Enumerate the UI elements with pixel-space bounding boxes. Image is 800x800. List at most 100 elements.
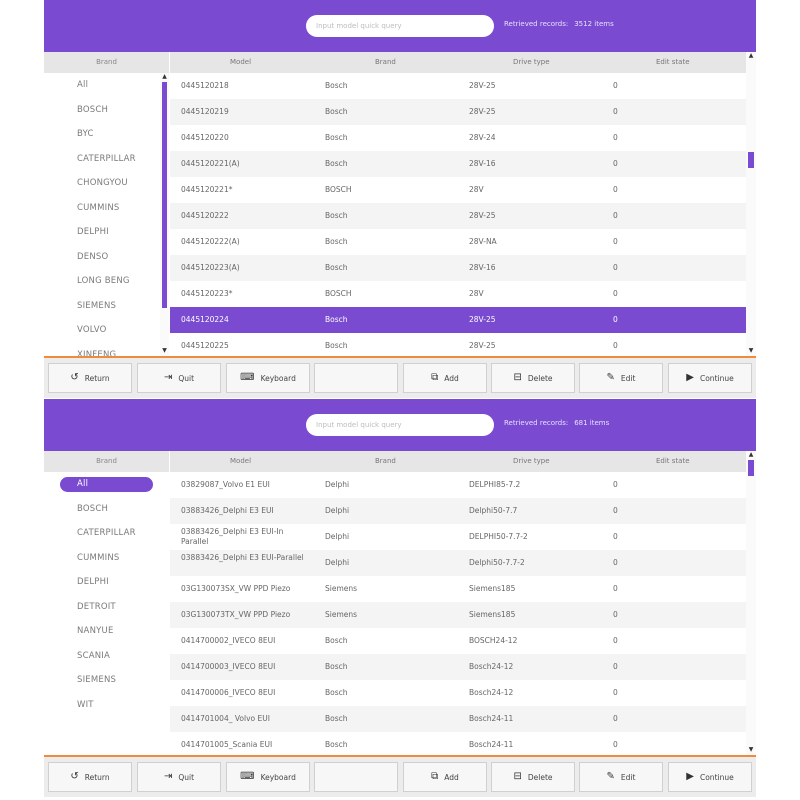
table-scrollbar[interactable]: ▲ ▼ [746, 52, 756, 356]
table-row-selected[interactable]: 0445120224 Bosch 28V-25 0 [170, 307, 746, 333]
button-label: Return [84, 373, 110, 383]
scroll-up-icon[interactable]: ▲ [746, 52, 756, 60]
cell-model: 0445120218 [181, 81, 229, 90]
cell-brand: Siemens [325, 610, 358, 619]
add-button[interactable]: ⧉ Add [403, 363, 487, 393]
search-input[interactable] [306, 15, 494, 37]
table-scrollbar[interactable]: ▲ ▼ [746, 451, 756, 755]
table-row[interactable]: 0445120221* BOSCH 28V 0 [170, 177, 746, 203]
table-row[interactable]: 0445120218 Bosch 28V-25 0 [170, 73, 746, 99]
table-row[interactable]: 0445120222 Bosch 28V-25 0 [170, 203, 746, 229]
brand-item[interactable]: CATERPILLAR [44, 147, 169, 172]
table-scroll-thumb[interactable] [748, 460, 754, 476]
table-row[interactable]: 0445120220 Bosch 28V-24 0 [170, 125, 746, 151]
brand-item[interactable]: WIT [44, 693, 169, 718]
table-row[interactable]: 0445120223(A) Bosch 28V-16 0 [170, 255, 746, 281]
cell-brand: Bosch [325, 133, 348, 142]
brand-item[interactable]: SCANIA [44, 644, 169, 669]
cell-edit-state: 0 [613, 636, 618, 645]
cell-drive-type: 28V-16 [469, 159, 496, 168]
trash-icon: ⊟ [513, 372, 522, 383]
scroll-up-icon[interactable]: ▲ [160, 73, 169, 81]
blank-button[interactable] [314, 363, 398, 393]
table-row[interactable]: 03829087_Volvo E1 EUI Delphi DELPHI85-7.2 0 [170, 472, 746, 498]
column-header-model: Model [230, 457, 252, 465]
table-row[interactable]: 0414700002_IVECO 8EUI Bosch BOSCH24-12 0 [170, 628, 746, 654]
table-scroll-thumb[interactable] [748, 152, 754, 168]
search-input[interactable] [306, 414, 494, 436]
quit-button[interactable]: ⇥ Quit [137, 363, 221, 393]
brand-item-selected[interactable]: All [44, 472, 169, 497]
cell-drive-type: DELPHI50-7.7-2 [469, 532, 528, 541]
brand-item[interactable]: DELPHI [44, 220, 169, 245]
scroll-down-icon[interactable]: ▼ [746, 746, 756, 754]
table-row[interactable]: 03883426_Delphi E3 EUI-In Parallel Delphi… [170, 524, 746, 550]
brand-item[interactable]: NANYUE [44, 619, 169, 644]
model-table: Model Brand Drive type Edit state 044512… [170, 52, 756, 356]
table-row[interactable]: 0414701004_ Volvo EUI Bosch Bosch24-11 0 [170, 706, 746, 732]
table-row[interactable]: 0445120219 Bosch 28V-25 0 [170, 99, 746, 125]
table-row[interactable]: 0414700006_IVECO 8EUI Bosch Bosch24-12 0 [170, 680, 746, 706]
table-row[interactable]: 0445120223* BOSCH 28V 0 [170, 281, 746, 307]
brand-scroll-thumb[interactable] [162, 82, 167, 308]
cell-drive-type: Delphi50-7.7 [469, 506, 518, 515]
scroll-down-icon[interactable]: ▼ [746, 347, 756, 355]
brand-item[interactable]: XINFENG [44, 343, 169, 357]
brand-item[interactable]: VOLVO [44, 318, 169, 343]
brand-item[interactable]: BYC [44, 122, 169, 147]
quit-button[interactable]: ⇥ Quit [137, 762, 221, 792]
brand-scrollbar[interactable]: ▲ ▼ [160, 73, 169, 356]
edit-button[interactable]: ✎ Edit [579, 363, 663, 393]
edit-button[interactable]: ✎ Edit [579, 762, 663, 792]
return-button[interactable]: ↺ Return [48, 363, 132, 393]
delete-button[interactable]: ⊟ Delete [491, 762, 575, 792]
delete-button[interactable]: ⊟ Delete [491, 363, 575, 393]
return-button[interactable]: ↺ Return [48, 762, 132, 792]
table-row[interactable]: 0414701005_Scania EUI Bosch Bosch24-11 0 [170, 732, 746, 755]
add-button[interactable]: ⧉ Add [403, 762, 487, 792]
table-row[interactable]: 0414700003_IVECO 8EUI Bosch Bosch24-12 0 [170, 654, 746, 680]
cell-drive-type: 28V-25 [469, 107, 496, 116]
toolbar: ↺ Return ⇥ Quit ⌨ Keyboard ⧉ Add ⊟ Delete ✎ Edit ▶ Co… [44, 757, 756, 797]
brand-item[interactable]: SIEMENS [44, 294, 169, 319]
brand-item[interactable]: CUMMINS [44, 546, 169, 571]
keyboard-button[interactable]: ⌨ Keyboard [226, 363, 310, 393]
keyboard-button[interactable]: ⌨ Keyboard [226, 762, 310, 792]
brand-item[interactable]: All [44, 73, 169, 98]
brand-item[interactable]: LONG BENG [44, 269, 169, 294]
cell-brand: Delphi [325, 532, 350, 541]
table-body: 03829087_Volvo E1 EUI Delphi DELPHI85-7.2 0… [170, 472, 756, 755]
cell-model: 03G130073SX_VW PPD Piezo [181, 584, 291, 593]
cell-model: 03883426_Delphi E3 EUI-In Parallel [181, 527, 284, 546]
continue-button[interactable]: ▶ Continue [668, 762, 752, 792]
column-header-drive-type: Drive type [513, 58, 550, 66]
table-row[interactable]: 0445120225 Bosch 28V-25 0 [170, 333, 746, 356]
table-row[interactable]: 03G130073SX_VW PPD Piezo Siemens Siemens18… [170, 576, 746, 602]
cell-drive-type: 28V-25 [469, 211, 496, 220]
brand-item[interactable]: DELPHI [44, 570, 169, 595]
brand-item[interactable]: BOSCH [44, 98, 169, 123]
table-row[interactable]: 03883426_Delphi E3 EUI Delphi Delphi50-7.7… [170, 498, 746, 524]
cell-edit-state: 0 [613, 714, 618, 723]
scroll-down-icon[interactable]: ▼ [160, 347, 169, 355]
table-row[interactable]: 0445120221(A) Bosch 28V-16 0 [170, 151, 746, 177]
brand-item[interactable]: CUMMINS [44, 196, 169, 221]
table-row[interactable]: 0445120222(A) Bosch 28V-NA 0 [170, 229, 746, 255]
brand-item[interactable]: CATERPILLAR [44, 521, 169, 546]
button-label: Add [444, 772, 459, 782]
cell-edit-state: 0 [613, 558, 618, 567]
brand-item[interactable]: SIEMENS [44, 668, 169, 693]
brand-item[interactable]: DENSO [44, 245, 169, 270]
scroll-up-icon[interactable]: ▲ [746, 451, 756, 459]
injector-list-panel-1: Retrieved records: 3512 items Brand All B… [44, 0, 756, 398]
cell-model: 0445120224 [181, 315, 229, 324]
brand-item[interactable]: DETROIT [44, 595, 169, 620]
brand-list-panel: Brand All BOSCH CATERPILLAR CUMMINS DELP… [44, 451, 169, 755]
table-row[interactable]: 03883426_Delphi E3 EUI-Parallel Delphi Del… [170, 550, 746, 576]
continue-button[interactable]: ▶ Continue [668, 363, 752, 393]
brand-item[interactable]: CHONGYOU [44, 171, 169, 196]
blank-button[interactable] [314, 762, 398, 792]
table-row[interactable]: 03G130073TX_VW PPD Piezo Siemens Siemens18… [170, 602, 746, 628]
brand-item[interactable]: BOSCH [44, 497, 169, 522]
cell-model: 03883426_Delphi E3 EUI-Parallel [181, 553, 304, 562]
